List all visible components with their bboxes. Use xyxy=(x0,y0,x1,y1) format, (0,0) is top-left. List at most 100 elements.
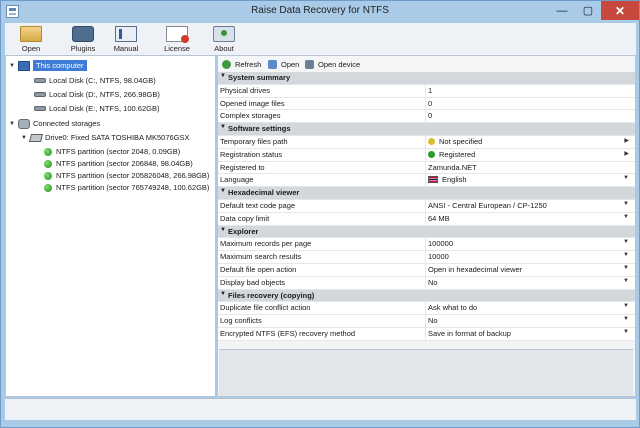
tree-label-this-computer: This computer xyxy=(33,60,87,71)
status-bar xyxy=(5,398,636,420)
window-title: Raise Data Recovery for NTFS xyxy=(251,5,389,16)
dropdown-arrow-icon[interactable]: ▼ xyxy=(623,239,629,245)
tree-item-local-disk-d[interactable]: Local Disk (D:, NTFS, 266.98GB) xyxy=(32,88,160,101)
ribbon-license-button[interactable]: License xyxy=(157,26,197,53)
manual-book-icon xyxy=(115,26,137,42)
property-value: ANSI - Central European / CP-1250 xyxy=(428,200,547,210)
property-row[interactable]: Default file open action Open in hexadec… xyxy=(218,263,635,277)
group-title: Files recovery (copying) xyxy=(228,290,315,300)
hard-drive-icon xyxy=(28,133,44,142)
property-row[interactable]: Maximum records per page 100000 ▼ xyxy=(218,238,635,252)
group-header-system-summary[interactable]: ▼ System summary xyxy=(218,72,635,85)
property-label: Complex storages xyxy=(220,111,281,121)
dropdown-arrow-icon[interactable]: ▼ xyxy=(623,175,629,181)
property-row[interactable]: Registration status Registered ▶ xyxy=(218,148,635,162)
description-panel xyxy=(219,349,633,396)
collapse-icon[interactable]: ▼ xyxy=(220,73,226,79)
dropdown-arrow-icon[interactable]: ▼ xyxy=(623,329,629,335)
open-button[interactable]: Open xyxy=(268,58,299,70)
open-device-label: Open device xyxy=(318,59,361,69)
group-header-hexadecimal-viewer[interactable]: ▼ Hexadecimal viewer xyxy=(218,187,635,200)
property-row[interactable]: Duplicate file conflict action Ask what … xyxy=(218,302,635,316)
ribbon-plugins-button[interactable]: Plugins xyxy=(63,26,103,53)
status-yellow-icon xyxy=(428,137,435,145)
refresh-button[interactable]: Refresh xyxy=(222,58,261,70)
app-window: Raise Data Recovery for NTFS — ▢ ✕ Open … xyxy=(0,0,640,428)
tree-label-local-disk: Local Disk (C:, NTFS, 98.04GB) xyxy=(49,76,156,85)
dropdown-arrow-icon[interactable]: ▼ xyxy=(623,252,629,258)
property-row[interactable]: Language English ▼ xyxy=(218,174,635,188)
maximize-button[interactable]: ▢ xyxy=(575,1,601,20)
group-title: Explorer xyxy=(228,226,259,236)
tree-item-drive0[interactable]: ▼ Drive0: Fixed SATA TOSHIBA MK5076GSX xyxy=(20,131,190,144)
expand-arrow-icon[interactable]: ▶ xyxy=(624,150,629,157)
close-button[interactable]: ✕ xyxy=(601,1,639,20)
tree-label-partition: NTFS partition (sector 205826048, 266.98… xyxy=(56,171,210,180)
group-header-files-recovery[interactable]: ▼ Files recovery (copying) xyxy=(218,289,635,303)
property-row[interactable]: Physical drives 1 xyxy=(218,84,635,98)
property-row[interactable]: Encrypted NTFS (EFS) recovery method Sav… xyxy=(218,327,635,341)
property-value: No xyxy=(428,316,438,326)
tree-item-partition[interactable]: NTFS partition (sector 765749248, 100.62… xyxy=(42,181,209,194)
disk-icon xyxy=(34,78,46,83)
minimize-button[interactable]: — xyxy=(549,1,575,20)
storage-icon xyxy=(18,118,30,129)
ribbon-open-button[interactable]: Open xyxy=(11,26,51,53)
collapse-arrow-icon[interactable]: ▼ xyxy=(8,63,16,69)
tree-label-local-disk: Local Disk (E:, NTFS, 100.62GB) xyxy=(49,104,160,113)
property-label: Duplicate file conflict action xyxy=(220,303,311,313)
ribbon-about-label: About xyxy=(214,44,234,53)
property-label: Opened image files xyxy=(220,98,285,108)
ribbon-about-button[interactable]: About xyxy=(204,26,244,53)
collapse-icon[interactable]: ▼ xyxy=(220,227,226,233)
property-row[interactable]: Data copy limit 64 MB ▼ xyxy=(218,212,635,226)
dropdown-arrow-icon[interactable]: ▼ xyxy=(623,265,629,271)
property-row[interactable]: Registered to Zamunda.NET xyxy=(218,161,635,175)
tree-label-partition: NTFS partition (sector 2048, 0.09GB) xyxy=(56,147,181,156)
partition-status-icon xyxy=(44,159,52,168)
collapse-icon[interactable]: ▼ xyxy=(220,291,226,297)
collapse-arrow-icon[interactable]: ▼ xyxy=(8,121,16,127)
property-row[interactable]: Log conflicts No ▼ xyxy=(218,315,635,328)
plugins-icon xyxy=(72,26,94,42)
property-label: Registration status xyxy=(220,149,283,159)
property-row[interactable]: Default text code page ANSI - Central Eu… xyxy=(218,199,635,213)
group-header-software-settings[interactable]: ▼ Software settings xyxy=(218,123,635,136)
tree-item-local-disk-c[interactable]: Local Disk (C:, NTFS, 98.04GB) xyxy=(32,74,156,87)
tree-item-local-disk-e[interactable]: Local Disk (E:, NTFS, 100.62GB) xyxy=(32,102,159,115)
property-value: Not specified xyxy=(439,136,483,146)
group-title: Hexadecimal viewer xyxy=(228,188,300,198)
expand-arrow-icon[interactable]: ▶ xyxy=(624,137,629,144)
ribbon-manual-button[interactable]: Manual xyxy=(106,26,146,53)
collapse-icon[interactable]: ▼ xyxy=(220,124,226,130)
dropdown-arrow-icon[interactable]: ▼ xyxy=(623,303,629,309)
open-device-button[interactable]: Open device xyxy=(305,58,360,70)
dropdown-arrow-icon[interactable]: ▼ xyxy=(623,316,629,322)
tree-item-connected-storages[interactable]: ▼ Connected storages xyxy=(8,117,100,130)
ribbon-toolbar: Open Plugins Manual License About xyxy=(5,23,636,55)
dropdown-arrow-icon[interactable]: ▼ xyxy=(623,201,629,207)
open-label: Open xyxy=(281,59,300,69)
property-row[interactable]: Opened image files 0 xyxy=(218,97,635,111)
properties-toolbar: Refresh Open Open device xyxy=(218,56,635,72)
property-row[interactable]: Temporary files path Not specified ▶ xyxy=(218,135,635,149)
dropdown-arrow-icon[interactable]: ▼ xyxy=(623,278,629,284)
collapse-icon[interactable]: ▼ xyxy=(220,188,226,194)
refresh-label: Refresh xyxy=(235,59,262,69)
property-row[interactable]: Maximum search results 10000 ▼ xyxy=(218,251,635,264)
disk-icon xyxy=(34,106,46,111)
collapse-arrow-icon[interactable]: ▼ xyxy=(20,135,28,141)
dropdown-arrow-icon[interactable]: ▼ xyxy=(623,214,629,220)
property-label: Data copy limit xyxy=(220,213,270,223)
ribbon-manual-label: Manual xyxy=(113,44,139,53)
property-row[interactable]: Display bad objects No ▼ xyxy=(218,276,635,290)
group-header-explorer[interactable]: ▼ Explorer xyxy=(218,225,635,239)
computer-icon xyxy=(18,60,30,71)
disk-icon xyxy=(34,92,46,97)
property-row[interactable]: Complex storages 0 xyxy=(218,110,635,124)
ribbon-open-label: Open xyxy=(21,44,41,53)
tree-label-drive: Drive0: Fixed SATA TOSHIBA MK5076GSX xyxy=(45,133,190,142)
storage-tree: ▼ This computer Local Disk (C:, NTFS, 98… xyxy=(5,55,216,397)
tree-item-this-computer[interactable]: ▼ This computer xyxy=(8,59,87,72)
property-label: Log conflicts xyxy=(220,316,262,326)
